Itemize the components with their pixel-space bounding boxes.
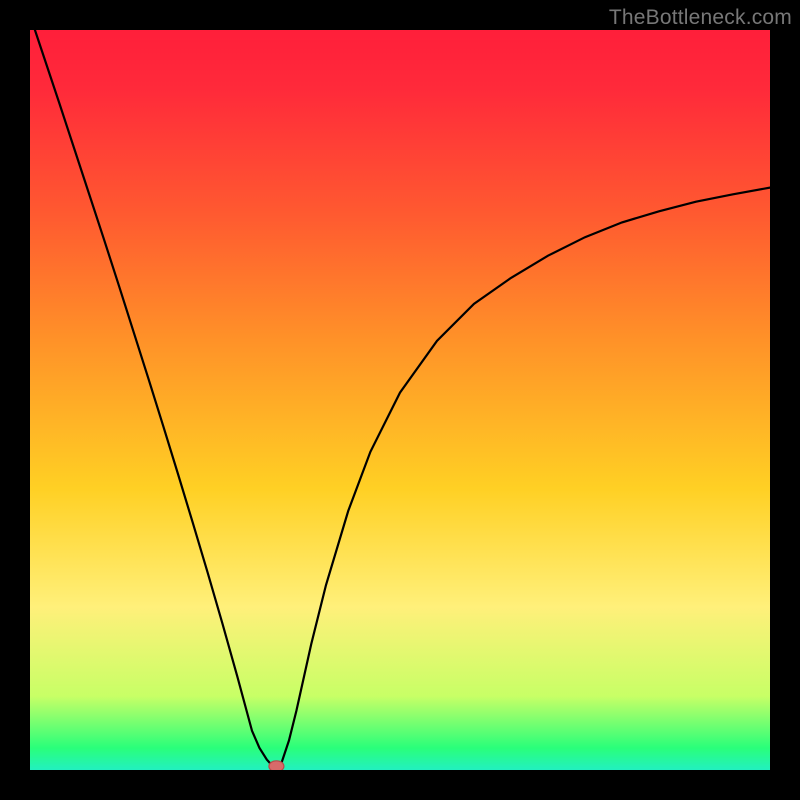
curve-line bbox=[30, 30, 770, 770]
chart-plot-area bbox=[30, 30, 770, 770]
chart-svg bbox=[30, 30, 770, 770]
min-marker bbox=[269, 761, 284, 770]
chart-frame: TheBottleneck.com bbox=[0, 0, 800, 800]
watermark-text: TheBottleneck.com bbox=[609, 6, 792, 30]
